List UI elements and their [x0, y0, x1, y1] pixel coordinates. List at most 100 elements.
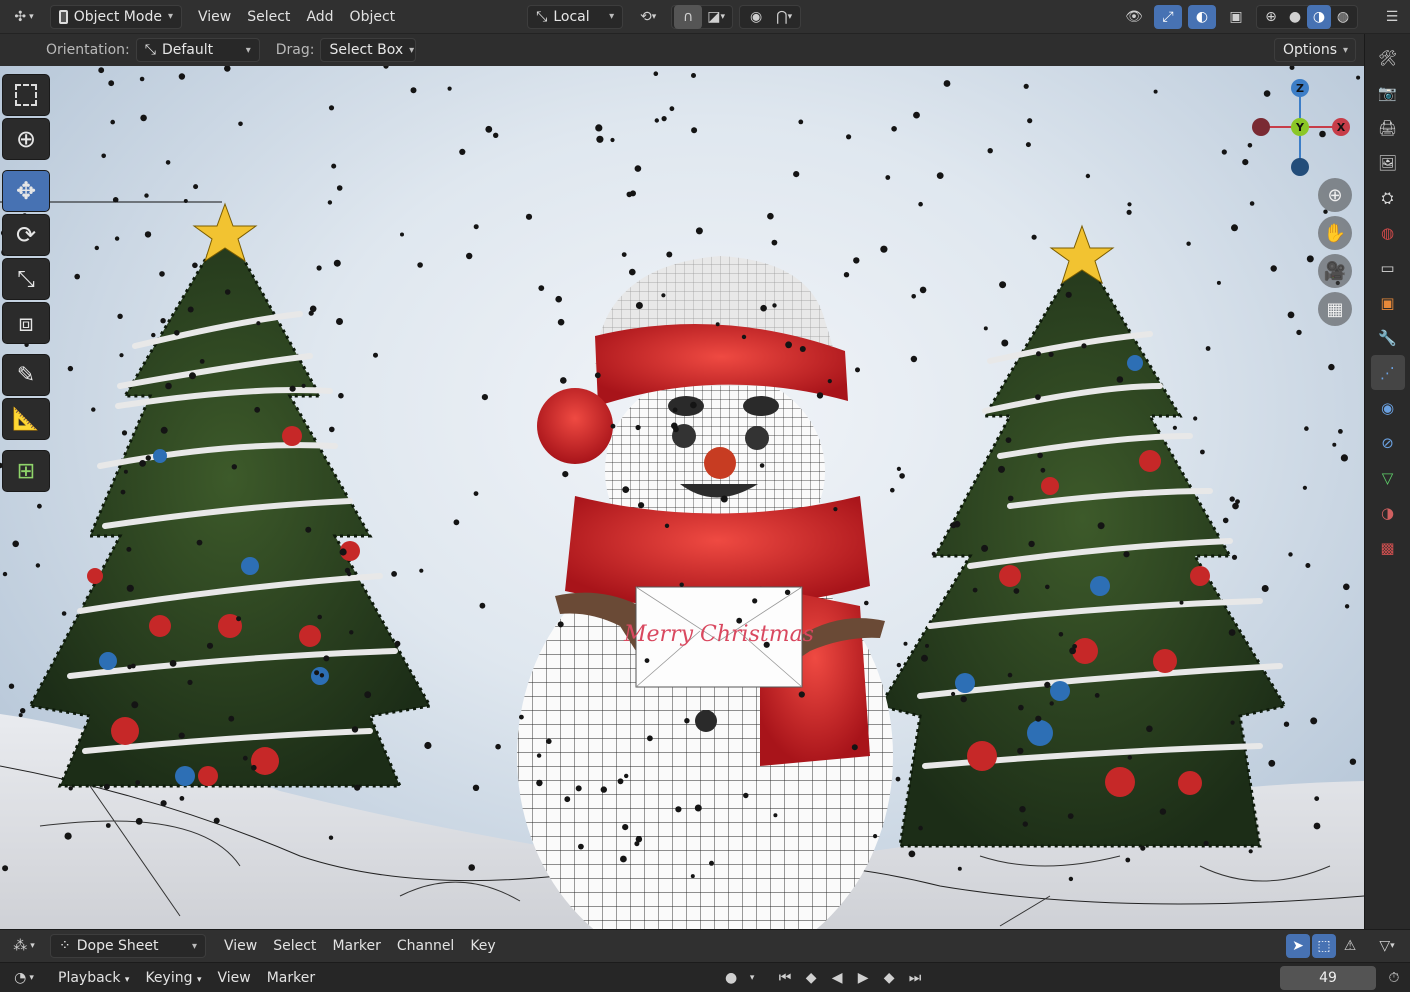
jump-start-icon: ⏮ [778, 969, 792, 986]
particles-tab[interactable]: ⋰ [1370, 355, 1405, 390]
gizmo-toggle[interactable]: ⤢ [1154, 4, 1182, 29]
snow-particle [1085, 173, 1091, 179]
next-keyframe-button[interactable]: ◆ [877, 966, 901, 990]
add-cube-tool[interactable]: ⊞ [2, 450, 50, 492]
editor-type-button[interactable]: ✣ ▾ [4, 5, 44, 29]
jump-start-button[interactable]: ⏮ [773, 966, 797, 990]
options-dropdown[interactable]: Options ▾ [1274, 38, 1356, 62]
snow-particle [254, 406, 261, 413]
output-tab[interactable]: 🖨 [1371, 110, 1405, 145]
snow-particle [1205, 346, 1211, 351]
physics-tab[interactable]: ◉ [1371, 390, 1405, 425]
snow-particle [2, 571, 8, 577]
rendered-shading-button[interactable]: ◍ [1331, 5, 1355, 29]
pan-button[interactable]: ✋ [1318, 216, 1352, 250]
overlays-toggle[interactable]: ◐ [1188, 4, 1216, 29]
play-reverse-button[interactable]: ◀ [825, 966, 849, 990]
chevron-down-icon: ▾ [720, 11, 726, 22]
move-tool[interactable]: ✥ [2, 170, 50, 212]
menu-add[interactable]: Add [298, 5, 341, 29]
world-tab[interactable]: ◍ [1371, 215, 1405, 250]
xray-toggle[interactable]: ▣ [1222, 5, 1250, 29]
constraints-tab[interactable]: ⊘ [1371, 425, 1405, 460]
zoom-button[interactable]: ⊕ [1318, 178, 1352, 212]
timeline-menu-keying[interactable]: Keying ▾ [137, 966, 209, 990]
auto-key-options[interactable]: ▾ [745, 966, 759, 990]
measure-tool[interactable]: 📐 [2, 398, 50, 440]
dope-menu-marker[interactable]: Marker [324, 934, 388, 958]
material-shading-button[interactable]: ◑ [1307, 4, 1331, 29]
snap-toggle[interactable]: ∩ [674, 4, 703, 29]
collection-tab[interactable]: ▭ [1371, 250, 1405, 285]
shading-options-button[interactable]: ☰ [1378, 5, 1406, 29]
transform-orientation-dropdown[interactable]: ⤡ Local ▾ [527, 4, 624, 29]
timeline-editor-type-button[interactable]: ◔ ▾ [4, 966, 44, 990]
snow-particle [391, 571, 397, 577]
snow-particle [653, 71, 659, 76]
menu-select[interactable]: Select [239, 5, 298, 29]
proportional-edit-toggle[interactable]: ◉ [742, 5, 770, 29]
snow-particle [908, 850, 916, 858]
visibility-button[interactable]: 👁 [1120, 5, 1148, 29]
ortho-toggle-button[interactable]: ▦ [1318, 292, 1352, 326]
only-selected-toggle[interactable]: ➤ [1286, 934, 1310, 958]
current-frame-field[interactable]: 49 [1280, 965, 1376, 990]
menu-view[interactable]: View [190, 5, 239, 29]
snow-particle [1123, 551, 1130, 558]
object-tab[interactable]: ▣ [1371, 285, 1405, 320]
record-button[interactable]: ● [719, 966, 743, 990]
material-tab[interactable]: ◑ [1371, 495, 1405, 530]
dope-editor-type-button[interactable]: ⁂ ▾ [4, 934, 44, 958]
dope-menu-channel[interactable]: Channel [389, 934, 462, 958]
show-hidden-toggle[interactable]: ⬚ [1312, 934, 1336, 958]
snap-target-button[interactable]: ◪ ▾ [702, 5, 730, 29]
timeline-menu-playback[interactable]: Playback ▾ [50, 966, 137, 990]
play-button[interactable]: ▶ [851, 966, 875, 990]
cursor-tool[interactable]: ⊕ [2, 118, 50, 160]
render-tab[interactable]: 📷 [1371, 75, 1405, 110]
prev-keyframe-button[interactable]: ◆ [799, 966, 823, 990]
filter-button[interactable]: ▽ ▾ [1370, 934, 1404, 958]
dope-menu-view[interactable]: View [216, 934, 265, 958]
annotate-tool[interactable]: ✎ [2, 354, 50, 396]
orientation-dropdown[interactable]: ⤡ Default ▾ [135, 38, 260, 62]
wireframe-shading-button[interactable]: ⊕ [1259, 5, 1283, 29]
modifier-tab[interactable]: 🔧 [1371, 320, 1405, 355]
mode-dropdown[interactable]: Object Mode ▾ [50, 4, 182, 29]
solid-shading-button[interactable]: ● [1283, 5, 1307, 29]
dope-menu-select[interactable]: Select [265, 934, 324, 958]
timeline-menu-view[interactable]: View [209, 966, 258, 990]
rotate-tool[interactable]: ⟳ [2, 214, 50, 256]
snow-particle [1228, 629, 1236, 636]
scene-tab[interactable]: ⛭ [1371, 180, 1405, 215]
select-box-tool[interactable] [2, 74, 50, 116]
falloff-button[interactable]: ⋂ ▾ [770, 5, 798, 29]
camera-view-button[interactable]: 🎥 [1318, 254, 1352, 288]
snow-particle [144, 193, 149, 198]
grid-icon: ▦ [1326, 298, 1344, 320]
scale-tool[interactable]: ⤡ [2, 258, 50, 300]
snow-particle [251, 764, 257, 771]
snow-particle [983, 326, 988, 331]
timeline-clock-button[interactable]: ⏱ [1382, 966, 1406, 990]
texture-tab[interactable]: ▩ [1371, 530, 1405, 565]
view-layer-tab[interactable]: 🖼 [1371, 145, 1405, 180]
snow-particle [1007, 495, 1014, 502]
dope-menu-key[interactable]: Key [462, 934, 503, 958]
dope-mode-dropdown[interactable]: ⁘ Dope Sheet ▾ [50, 934, 206, 958]
3d-viewport[interactable]: Merry Christmas ⊕ ✥ ⟳ ⤡ ⧈ ✎ 📐 ⊞ Z X Y ⊕ [0, 66, 1364, 929]
drag-dropdown[interactable]: Select Box ▾ [320, 38, 417, 62]
pivot-point-button[interactable]: ⟲ ▾ [631, 5, 665, 29]
jump-end-button[interactable]: ⏭ [903, 966, 927, 990]
only-errors-toggle[interactable]: ⚠ [1338, 934, 1362, 958]
snow-particle [617, 778, 624, 785]
snow-particle [68, 786, 73, 791]
transform-tool[interactable]: ⧈ [2, 302, 50, 344]
data-tab[interactable]: ▽ [1371, 460, 1405, 495]
timeline-menu-marker[interactable]: Marker [259, 966, 323, 990]
tool-tab[interactable]: 🛠 [1371, 40, 1405, 75]
menu-object[interactable]: Object [342, 5, 404, 29]
wrench-screwdriver-icon: 🛠 [1377, 48, 1398, 67]
navigation-gizmo[interactable]: Z X Y [1245, 72, 1355, 182]
snow-particle [289, 385, 296, 392]
